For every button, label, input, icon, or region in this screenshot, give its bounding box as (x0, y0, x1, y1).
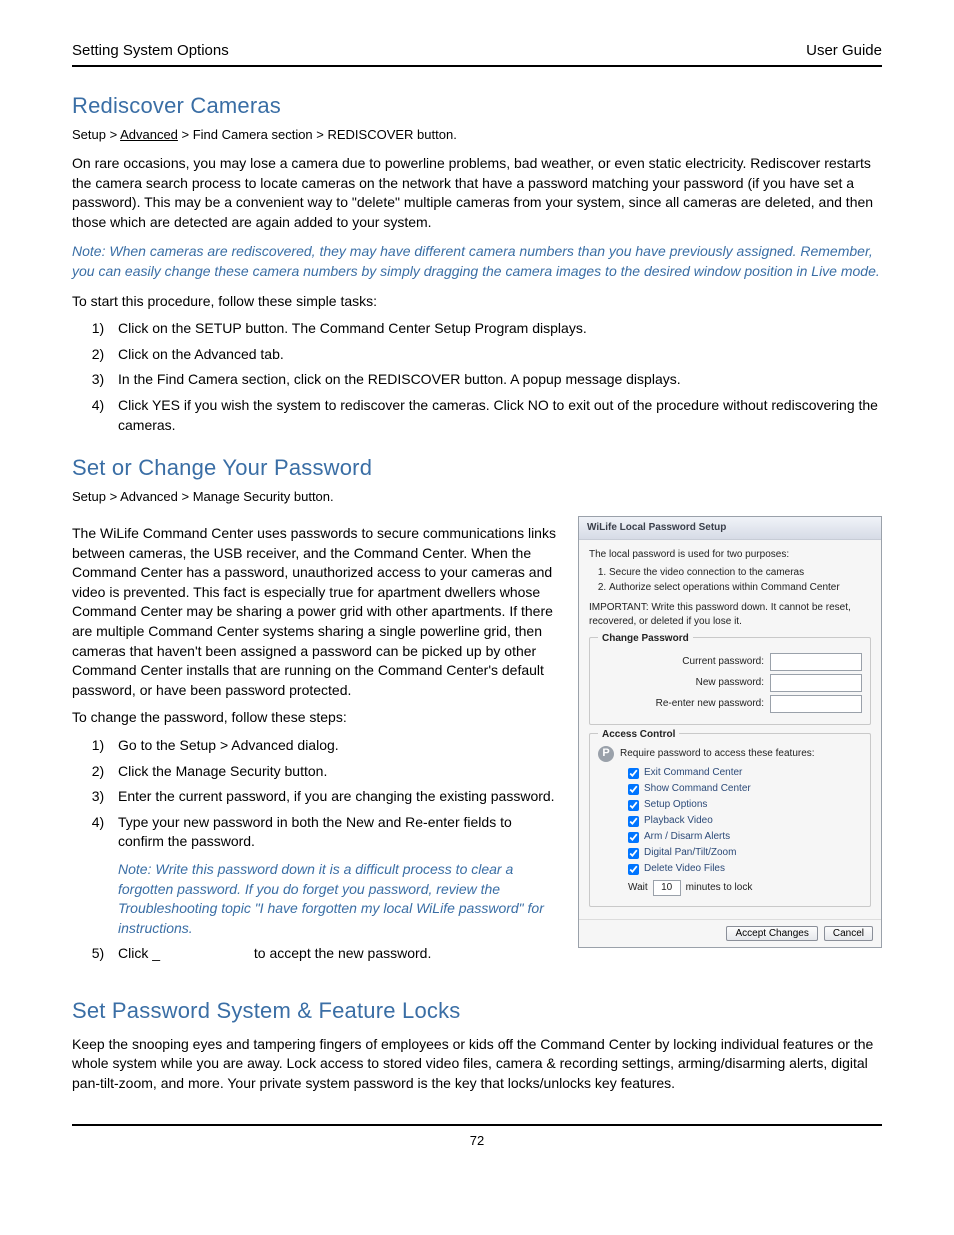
access-control-legend: Access Control (598, 728, 679, 742)
new-password-input[interactable] (770, 674, 862, 692)
rediscover-paragraph: On rare occasions, you may lose a camera… (72, 154, 882, 232)
dialog-important: IMPORTANT: Write this password down. It … (589, 601, 871, 629)
list-item: Authorize select operations within Comma… (609, 581, 871, 595)
dialog-intro: The local password is used for two purpo… (589, 548, 871, 562)
chk-label: Exit Command Center (644, 766, 742, 780)
rediscover-note: Note: When cameras are rediscovered, the… (72, 242, 882, 281)
chk-delete-video-files[interactable] (628, 864, 639, 875)
crumb-text: Setup > (72, 127, 120, 142)
step4-text: Type your new password in both the New a… (118, 814, 512, 850)
change-password-fieldset: Change Password Current password: New pa… (589, 637, 871, 725)
list-item: Go to the Setup > Advanced dialog. (112, 736, 560, 756)
chk-label: Arm / Disarm Alerts (644, 830, 730, 844)
header-right: User Guide (806, 40, 882, 61)
wait-minutes-stepper[interactable]: 10 (653, 880, 681, 896)
header-rule (72, 65, 882, 67)
chk-label: Digital Pan/Tilt/Zoom (644, 846, 736, 860)
password-paragraph: The WiLife Command Center uses passwords… (72, 524, 560, 700)
reenter-password-label: Re-enter new password: (656, 697, 764, 711)
section-locks-title: Set Password System & Feature Locks (72, 996, 882, 1027)
chk-show-command-center[interactable] (628, 784, 639, 795)
new-password-label: New password: (696, 676, 764, 690)
chk-exit-command-center[interactable] (628, 768, 639, 779)
password-setup-dialog: WiLife Local Password Setup The local pa… (578, 516, 882, 948)
chk-label: Delete Video Files (644, 862, 725, 876)
section-rediscover-title: Rediscover Cameras (72, 91, 882, 122)
current-password-input[interactable] (770, 653, 862, 671)
list-item: Enter the current password, if you are c… (112, 787, 560, 807)
list-item: In the Find Camera section, click on the… (112, 370, 882, 390)
list-item: Secure the video connection to the camer… (609, 566, 871, 580)
accept-changes-button[interactable]: Accept Changes (726, 926, 817, 941)
locks-paragraph: Keep the snooping eyes and tampering fin… (72, 1035, 882, 1094)
password-steps: Go to the Setup > Advanced dialog. Click… (112, 736, 560, 964)
chk-digital-ptz[interactable] (628, 848, 639, 859)
chk-label: Playback Video (644, 814, 713, 828)
page-number: 72 (72, 1132, 882, 1150)
list-item: Click on the SETUP button. The Command C… (112, 319, 882, 339)
access-control-lead: Require password to access these feature… (620, 747, 815, 761)
padlock-icon: P (598, 746, 614, 762)
change-password-legend: Change Password (598, 632, 693, 646)
chk-setup-options[interactable] (628, 800, 639, 811)
access-control-fieldset: Access Control P Require password to acc… (589, 733, 871, 907)
chk-arm-disarm-alerts[interactable] (628, 832, 639, 843)
chk-playback-video[interactable] (628, 816, 639, 827)
rediscover-steps: Click on the SETUP button. The Command C… (112, 319, 882, 435)
dialog-purposes: Secure the video connection to the camer… (609, 566, 871, 595)
list-item: Type your new password in both the New a… (112, 813, 560, 939)
header-left: Setting System Options (72, 40, 229, 61)
step5-post: to accept the new password. (250, 945, 431, 961)
wait-post: minutes to lock (686, 881, 753, 895)
password-lead: To change the password, follow these ste… (72, 708, 560, 728)
section-password-title: Set or Change Your Password (72, 453, 882, 484)
step5-pre: Click (118, 945, 152, 961)
current-password-label: Current password: (682, 655, 764, 669)
chk-label: Show Command Center (644, 782, 751, 796)
crumb-text: > Find Camera section > REDISCOVER butto… (178, 127, 457, 142)
footer-rule (72, 1124, 882, 1126)
list-item: Click _ to accept the new password. (112, 944, 560, 964)
reenter-password-input[interactable] (770, 695, 862, 713)
step5-blank: _ (152, 945, 160, 961)
wait-pre: Wait (628, 881, 648, 895)
password-breadcrumb: Setup > Advanced > Manage Security butto… (72, 488, 882, 506)
list-item: Click on the Advanced tab. (112, 345, 882, 365)
list-item: Click YES if you wish the system to redi… (112, 396, 882, 435)
password-step-note: Note: Write this password down it is a d… (118, 860, 560, 938)
rediscover-breadcrumb: Setup > Advanced > Find Camera section >… (72, 126, 882, 144)
rediscover-lead: To start this procedure, follow these si… (72, 292, 882, 312)
list-item: Click the Manage Security button. (112, 762, 560, 782)
crumb-advanced-link: Advanced (120, 127, 178, 142)
dialog-title: WiLife Local Password Setup (579, 517, 881, 540)
cancel-button[interactable]: Cancel (824, 926, 873, 941)
chk-label: Setup Options (644, 798, 707, 812)
